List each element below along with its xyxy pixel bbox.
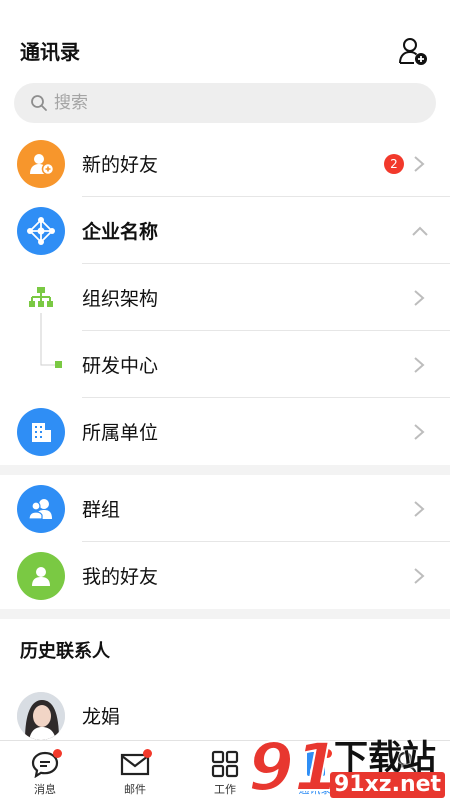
tab-messages[interactable]: 消息 (0, 741, 90, 800)
watermark-url: 91xz.net (330, 772, 446, 798)
search-bar[interactable] (14, 83, 436, 123)
row-label: 研发中心 (82, 355, 159, 377)
section-gap (0, 609, 450, 619)
tab-label: 工作 (214, 783, 236, 796)
row-label: 我的好友 (82, 566, 159, 588)
notification-dot (53, 749, 62, 758)
contact-avatar (17, 691, 65, 740)
grid-icon (211, 750, 239, 778)
row-label: 组织架构 (82, 288, 159, 310)
row-label: 新的好友 (82, 154, 159, 176)
watermark: 91 下载站 91xz.net (247, 728, 450, 800)
search-input[interactable] (54, 93, 394, 113)
search-icon (31, 95, 47, 111)
header: 通讯录 (0, 0, 450, 80)
notification-dot (143, 749, 152, 758)
history-section-title: 历史联系人 (20, 641, 110, 662)
row-rd-center[interactable]: 研发中心 (0, 331, 450, 398)
chevron-up-icon[interactable] (410, 224, 430, 238)
row-label: 所属单位 (82, 422, 159, 444)
chevron-right-icon (414, 289, 425, 306)
chevron-right-icon (414, 500, 425, 517)
tab-mail[interactable]: 邮件 (90, 741, 180, 800)
chevron-right-icon (414, 423, 425, 440)
chevron-right-icon (414, 567, 425, 584)
row-my-friends[interactable]: 我的好友 (0, 542, 450, 609)
group-icon (17, 484, 65, 533)
unread-badge: 2 (384, 153, 404, 174)
page-title: 通讯录 (20, 40, 80, 64)
network-icon (17, 206, 65, 255)
section-gap (0, 465, 450, 475)
row-groups[interactable]: 群组 (0, 475, 450, 542)
row-affiliated-unit[interactable]: 所属单位 (0, 398, 450, 465)
new-friend-icon (17, 139, 65, 188)
svg-text:91: 91 (248, 729, 340, 800)
building-icon (17, 407, 65, 456)
row-label: 群组 (82, 499, 121, 521)
chevron-right-icon (414, 356, 425, 373)
add-contact-icon[interactable] (398, 36, 428, 66)
tab-label: 消息 (34, 783, 56, 796)
person-icon (17, 551, 65, 600)
org-chart-icon (29, 286, 53, 307)
row-label: 企业名称 (82, 221, 159, 243)
row-org-structure[interactable]: 组织架构 (0, 264, 450, 331)
contact-name: 龙娟 (82, 706, 121, 728)
chevron-right-icon (414, 155, 425, 172)
row-new-friends[interactable]: 新的好友 2 (0, 130, 450, 197)
tab-label: 邮件 (124, 783, 146, 796)
row-company[interactable]: 企业名称 (0, 197, 450, 264)
